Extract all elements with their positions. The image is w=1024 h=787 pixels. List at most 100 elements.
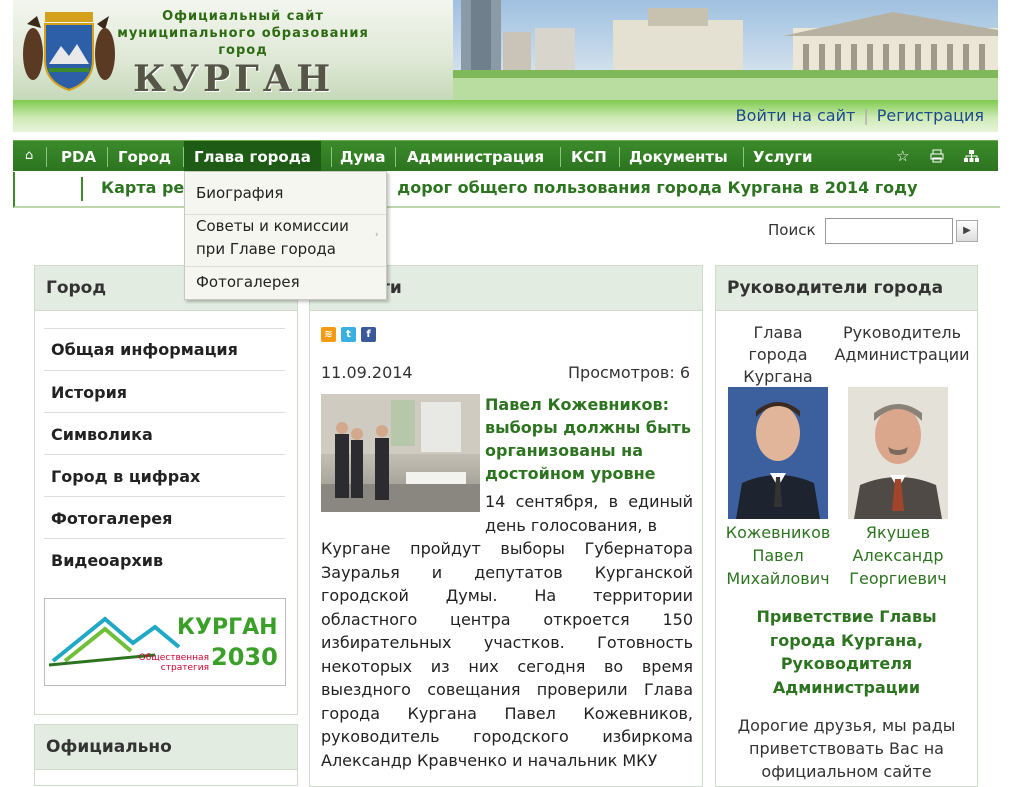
register-link[interactable]: Регистрация bbox=[877, 106, 984, 125]
menu-item-city-in-numbers[interactable]: Город в цифрах bbox=[51, 467, 200, 486]
nav-item-administration[interactable]: Администрация bbox=[407, 141, 544, 171]
left-panel-official: Официально bbox=[34, 724, 298, 786]
menu-item-video-archive[interactable]: Видеоархив bbox=[51, 551, 163, 570]
banner-caption-line: стратегия bbox=[160, 663, 209, 673]
ticker-suffix: дорог общего пользования города Кургана … bbox=[397, 178, 918, 197]
dropdown-item-photo-gallery[interactable]: Фотогалерея bbox=[196, 271, 300, 294]
login-link[interactable]: Войти на сайт bbox=[736, 106, 856, 125]
dropdown-item-biography[interactable]: Биография bbox=[196, 182, 283, 205]
menu-divider bbox=[44, 328, 285, 329]
site-header: Официальный сайт муниципального образова… bbox=[13, 0, 998, 100]
menu-divider bbox=[44, 454, 285, 455]
news-panel: ти ≋ t f 11.09.2014 Просмотров: 6 Павел Ко… bbox=[309, 265, 703, 787]
portrait-photo bbox=[728, 387, 828, 519]
share-icons: ≋ t f bbox=[321, 322, 381, 342]
caption-line: Администрации bbox=[834, 345, 970, 364]
news-body: 14 сентября, в единый день голосования, … bbox=[321, 490, 693, 772]
dropdown-divider bbox=[185, 266, 386, 267]
greeting-title-link[interactable]: Приветствие Главы города Кургана, Руково… bbox=[736, 605, 957, 699]
leader2-portrait[interactable] bbox=[848, 387, 948, 519]
caption-line: города bbox=[748, 345, 808, 364]
portrait-photo bbox=[848, 387, 948, 519]
city-leaders-panel: Руководители города Глава города Кургана… bbox=[715, 265, 978, 787]
news-views: Просмотров: 6 bbox=[568, 363, 690, 382]
leader2-caption: Руководитель Администрации bbox=[832, 322, 972, 366]
divider: | bbox=[863, 106, 869, 125]
banner-caption-line: Общественная bbox=[138, 653, 209, 663]
name-line: Якушев bbox=[865, 523, 931, 542]
search-button[interactable]: ▶ bbox=[956, 220, 978, 242]
name-line: Кожевников bbox=[725, 523, 831, 542]
menu-divider bbox=[44, 538, 285, 539]
search-input[interactable] bbox=[825, 218, 953, 244]
name-line: Павел bbox=[752, 546, 804, 565]
nav-divider bbox=[107, 147, 108, 167]
nav-item-pda[interactable]: PDA bbox=[61, 141, 96, 171]
name-line: Михайлович bbox=[726, 569, 830, 588]
panel-header: Официально bbox=[35, 725, 297, 770]
nav-item-ksp[interactable]: КСП bbox=[571, 141, 607, 171]
panel-title: Город bbox=[46, 278, 107, 298]
dropdown-item-councils[interactable]: Советы и комиссии при Главе города bbox=[196, 215, 349, 261]
news-date: 11.09.2014 bbox=[321, 363, 413, 382]
nav-divider bbox=[395, 147, 396, 167]
twitter-icon[interactable]: t bbox=[341, 327, 356, 342]
leader2-name[interactable]: Якушев Александр Георгиевич bbox=[840, 521, 956, 590]
site-title-line: город bbox=[218, 43, 268, 58]
caption-line: Глава bbox=[753, 323, 803, 342]
head-of-city-dropdown: Биография Советы и комиссии при Главе го… bbox=[184, 171, 387, 300]
caption-line: Руководитель bbox=[842, 323, 962, 342]
menu-divider bbox=[44, 412, 285, 413]
site-title: Официальный сайт муниципального образова… bbox=[113, 8, 373, 59]
site-title-line: Официальный сайт bbox=[162, 9, 324, 24]
panel-header: Руководители города bbox=[716, 266, 977, 311]
panel-title: Официально bbox=[46, 737, 172, 757]
dropdown-item-councils-line: при Главе города bbox=[196, 240, 336, 258]
news-title-link[interactable]: Павел Кожевников: выборы должны быть орг… bbox=[485, 393, 695, 485]
site-title-line: муниципального образования bbox=[117, 26, 369, 41]
rss-icon[interactable]: ≋ bbox=[321, 327, 336, 342]
menu-item-photo-gallery[interactable]: Фотогалерея bbox=[51, 509, 172, 528]
menu-item-symbols[interactable]: Символика bbox=[51, 425, 153, 444]
greeting-text: Дорогие друзья, мы рады приветствовать В… bbox=[737, 716, 956, 781]
nav-item-documents[interactable]: Документы bbox=[629, 141, 728, 171]
menu-item-history[interactable]: История bbox=[51, 383, 127, 402]
user-links: Войти на сайт | Регистрация bbox=[736, 106, 984, 125]
facebook-icon[interactable]: f bbox=[361, 327, 376, 342]
nav-item-city[interactable]: Город bbox=[118, 141, 171, 171]
nav-item-services[interactable]: Услуги bbox=[753, 141, 813, 171]
caption-line: Кургана bbox=[743, 367, 813, 386]
submenu-arrow-icon: › bbox=[375, 230, 379, 240]
banner-year: 2030 bbox=[211, 643, 278, 671]
name-line: Александр bbox=[852, 546, 944, 565]
nav-divider bbox=[743, 147, 744, 167]
leader1-portrait[interactable] bbox=[728, 387, 828, 519]
print-icon[interactable] bbox=[930, 141, 944, 171]
nav-divider bbox=[331, 147, 332, 167]
panel-title: Руководители города bbox=[727, 278, 944, 298]
strategy-2030-banner[interactable]: КУРГАН Общественная стратегия 2030 bbox=[44, 598, 286, 686]
banner-city: КУРГАН bbox=[177, 615, 278, 640]
nav-item-head-of-city[interactable]: Глава города bbox=[184, 141, 321, 171]
main-nav: ⌂ PDA Город Глава города Дума Администра… bbox=[13, 140, 998, 171]
name-line: Георгиевич bbox=[849, 569, 947, 588]
menu-divider bbox=[44, 496, 285, 497]
nav-divider bbox=[560, 147, 561, 167]
menu-item-general-info[interactable]: Общая информация bbox=[51, 340, 238, 359]
news-ticker: Карта ре дорог общего пользования города … bbox=[13, 172, 1000, 208]
city-skyline-image bbox=[453, 0, 998, 100]
dropdown-item-councils-line: Советы и комиссии bbox=[196, 217, 349, 235]
leader1-name[interactable]: Кожевников Павел Михайлович bbox=[720, 521, 836, 590]
news-text: Кургане пройдут выборы Губернатора Заура… bbox=[321, 539, 693, 770]
nav-divider bbox=[619, 147, 620, 167]
banner-caption: Общественная стратегия bbox=[121, 653, 209, 673]
sitemap-icon[interactable] bbox=[964, 141, 979, 171]
city-name: КУРГАН bbox=[133, 58, 335, 100]
home-icon[interactable]: ⌂ bbox=[25, 141, 33, 171]
ticker-prefix: Карта ре bbox=[101, 178, 185, 197]
nav-item-duma[interactable]: Дума bbox=[340, 141, 386, 171]
star-icon[interactable]: ☆ bbox=[896, 141, 909, 171]
ticker-bar bbox=[81, 177, 83, 201]
news-lead: 14 сентября, в единый день голосования, … bbox=[485, 492, 693, 535]
menu-divider bbox=[44, 370, 285, 371]
